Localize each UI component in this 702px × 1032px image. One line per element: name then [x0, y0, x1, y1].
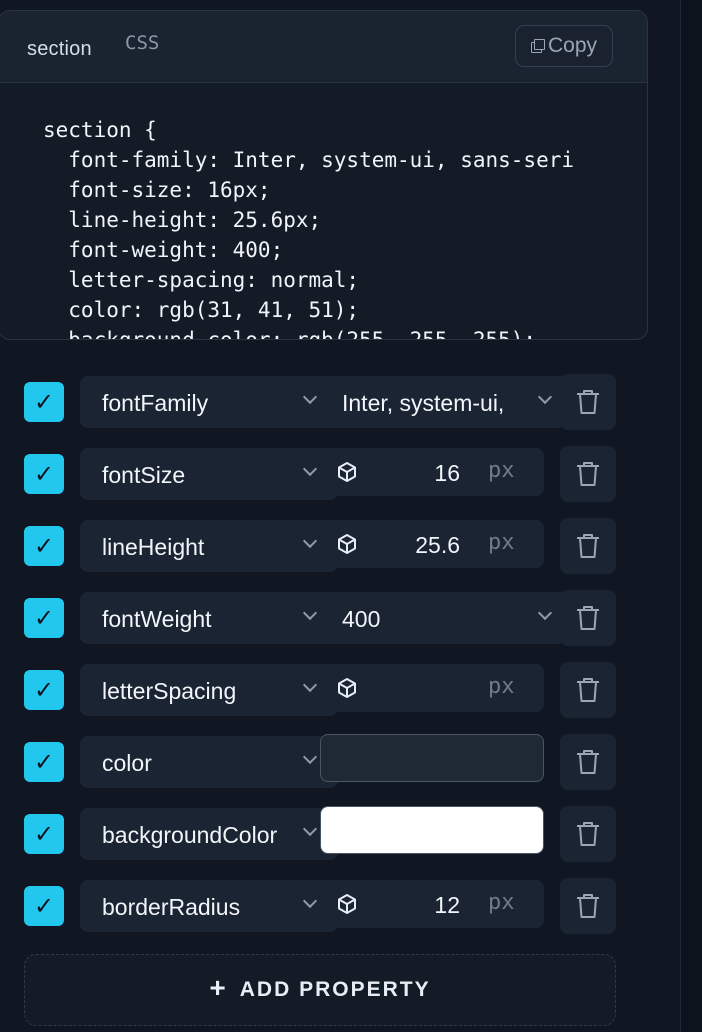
enable-checkbox[interactable]: ✓ — [24, 598, 64, 638]
property-name: letterSpacing — [102, 678, 237, 704]
property-select[interactable]: letterSpacing — [80, 664, 338, 716]
value-input[interactable]: 16 px — [322, 448, 544, 496]
property-select[interactable]: lineHeight — [80, 520, 338, 572]
value-number: 12 — [434, 892, 460, 918]
css-code-block: section { font-family: Inter, system-ui,… — [43, 118, 575, 340]
property-select[interactable]: color — [80, 736, 338, 788]
enable-checkbox[interactable]: ✓ — [24, 670, 64, 710]
unit-label: px — [488, 674, 515, 699]
property-select[interactable]: fontSize — [80, 448, 338, 500]
property-row-font-family: ✓ fontFamily Inter, system-ui, — [0, 366, 640, 430]
property-name: backgroundColor — [102, 822, 278, 848]
chevron-down-icon — [302, 533, 318, 549]
value-input[interactable]: px — [322, 664, 544, 712]
language-label: CSS — [125, 32, 160, 54]
property-name: color — [102, 750, 152, 776]
copy-button[interactable]: Copy — [515, 25, 613, 67]
cube-icon — [338, 894, 356, 914]
right-panel-edge — [680, 0, 702, 1032]
trash-icon — [577, 606, 599, 630]
trash-icon — [577, 678, 599, 702]
property-row-letter-spacing: ✓ letterSpacing px — [0, 654, 640, 718]
value-input[interactable]: 25.6 px — [322, 520, 544, 568]
chevron-down-icon — [302, 605, 318, 621]
css-code-panel: section CSS Copy section { font-family: … — [0, 10, 648, 340]
property-name: lineHeight — [102, 534, 205, 560]
chevron-down-icon — [537, 389, 553, 405]
chevron-down-icon — [302, 677, 318, 693]
copy-icon — [530, 39, 545, 53]
add-property-label: ADD PROPERTY — [239, 978, 431, 1001]
property-row-color: ✓ color — [0, 726, 640, 790]
property-select[interactable]: borderRadius — [80, 880, 338, 932]
trash-icon — [577, 534, 599, 558]
trash-icon — [577, 462, 599, 486]
color-swatch[interactable] — [320, 734, 544, 782]
unit-label: px — [488, 458, 515, 483]
add-property-button[interactable]: + ADD PROPERTY — [24, 954, 616, 1026]
selector-title: section — [27, 38, 92, 60]
property-row-border-radius: ✓ borderRadius 12 px — [0, 870, 640, 934]
chevron-down-icon — [302, 821, 318, 837]
chevron-down-icon — [302, 749, 318, 765]
copy-button-label: Copy — [547, 34, 598, 57]
value-input[interactable]: 12 px — [322, 880, 544, 928]
value-number: 16 — [434, 460, 460, 486]
enable-checkbox[interactable]: ✓ — [24, 454, 64, 494]
enable-checkbox[interactable]: ✓ — [24, 382, 64, 422]
value-select[interactable]: Inter, system-ui, — [322, 376, 566, 428]
delete-button[interactable] — [560, 878, 616, 934]
value-text: Inter, system-ui, — [342, 390, 505, 416]
chevron-down-icon — [302, 389, 318, 405]
enable-checkbox[interactable]: ✓ — [24, 742, 64, 782]
property-row-font-weight: ✓ fontWeight 400 — [0, 582, 640, 646]
plus-icon: + — [209, 972, 226, 1003]
cube-icon — [338, 534, 356, 554]
enable-checkbox[interactable]: ✓ — [24, 886, 64, 926]
delete-button[interactable] — [560, 662, 616, 718]
enable-checkbox[interactable]: ✓ — [24, 814, 64, 854]
delete-button[interactable] — [560, 374, 616, 430]
cube-icon — [338, 462, 356, 482]
property-name: fontFamily — [102, 390, 209, 416]
property-row-font-size: ✓ fontSize 16 px — [0, 438, 640, 502]
property-name: borderRadius — [102, 894, 241, 920]
property-row-line-height: ✓ lineHeight 25.6 px — [0, 510, 640, 574]
trash-icon — [577, 390, 599, 414]
delete-button[interactable] — [560, 518, 616, 574]
enable-checkbox[interactable]: ✓ — [24, 526, 64, 566]
property-name: fontWeight — [102, 606, 212, 632]
delete-button[interactable] — [560, 446, 616, 502]
value-select[interactable]: 400 — [322, 592, 566, 644]
color-swatch[interactable] — [320, 806, 544, 854]
property-select[interactable]: backgroundColor — [80, 808, 338, 860]
delete-button[interactable] — [560, 806, 616, 862]
code-panel-header: section CSS Copy — [0, 11, 647, 83]
value-number: 25.6 — [415, 532, 460, 558]
value-text: 400 — [342, 606, 381, 632]
trash-icon — [577, 750, 599, 774]
property-row-background-color: ✓ backgroundColor — [0, 798, 640, 862]
chevron-down-icon — [302, 893, 318, 909]
cube-icon — [338, 678, 356, 698]
property-name: fontSize — [102, 462, 186, 488]
trash-icon — [577, 822, 599, 846]
delete-button[interactable] — [560, 590, 616, 646]
chevron-down-icon — [537, 605, 553, 621]
trash-icon — [577, 894, 599, 918]
unit-label: px — [488, 530, 515, 555]
unit-label: px — [488, 890, 515, 915]
property-select[interactable]: fontFamily — [80, 376, 338, 428]
chevron-down-icon — [302, 461, 318, 477]
property-select[interactable]: fontWeight — [80, 592, 338, 644]
delete-button[interactable] — [560, 734, 616, 790]
